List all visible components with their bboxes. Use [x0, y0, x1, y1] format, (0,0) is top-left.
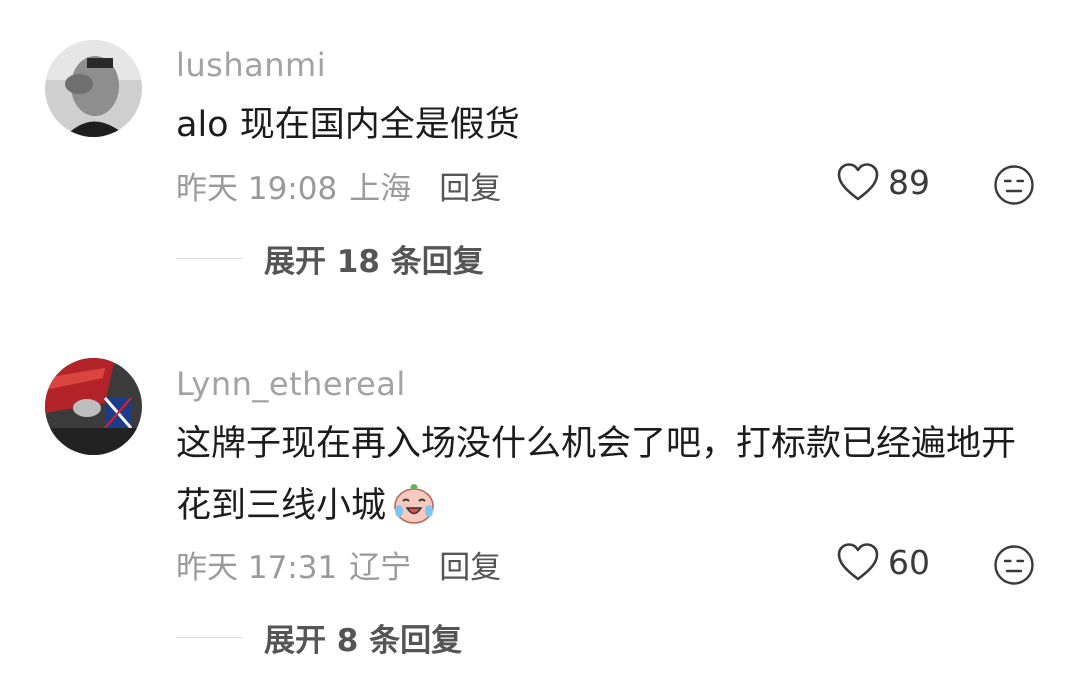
- like-count: 60: [888, 542, 930, 582]
- comment-time: 昨天 19:08: [176, 171, 338, 207]
- avatar[interactable]: [45, 358, 142, 455]
- like-count: 89: [888, 162, 930, 202]
- comment-text: 这牌子现在再入场没什么机会了吧，打标款已经遍地开花到三线小城: [176, 413, 1036, 545]
- neutral-face-icon: [994, 165, 1034, 205]
- heart-icon: [837, 543, 879, 581]
- comment-time: 昨天 17:31: [176, 550, 338, 586]
- reply-button[interactable]: 回复: [439, 550, 501, 586]
- expand-replies-label: 展开 8 条回复: [264, 623, 463, 659]
- dislike-button[interactable]: [993, 164, 1035, 206]
- expand-replies-button[interactable]: 展开 18 条回复: [176, 236, 484, 281]
- crying-laughing-peach-emoji: [390, 479, 438, 545]
- expand-replies-button[interactable]: 展开 8 条回复: [176, 615, 462, 660]
- comment-text: alo 现在国内全是假货: [176, 105, 520, 145]
- divider-line: [176, 257, 242, 260]
- comment-text-content: 这牌子现在再入场没什么机会了吧，打标款已经遍地开花到三线小城: [176, 424, 1017, 526]
- comment-item: Lynn_ethereal 这牌子现在再入场没什么机会了吧，打标款已经遍地开花到…: [0, 320, 1080, 689]
- comment-meta: 昨天 17:31 辽宁 回复: [176, 542, 501, 587]
- comment-location: 辽宁: [349, 550, 412, 586]
- comment-item: lushanmi alo 现在国内全是假货 昨天 19:08 上海 回复 89 展开…: [0, 0, 1080, 320]
- expand-replies-label: 展开 18 条回复: [264, 244, 484, 280]
- comment-meta: 昨天 19:08 上海 回复: [176, 163, 501, 208]
- divider-line: [176, 636, 242, 639]
- username[interactable]: Lynn_ethereal: [176, 365, 406, 403]
- dislike-button[interactable]: [993, 544, 1035, 586]
- avatar[interactable]: [45, 40, 142, 137]
- comment-location: 上海: [349, 171, 412, 207]
- username[interactable]: lushanmi: [176, 46, 326, 84]
- neutral-face-icon: [994, 545, 1034, 585]
- like-button[interactable]: 89: [836, 162, 930, 202]
- like-button[interactable]: 60: [836, 542, 930, 582]
- heart-icon: [837, 163, 879, 201]
- reply-button[interactable]: 回复: [439, 171, 501, 207]
